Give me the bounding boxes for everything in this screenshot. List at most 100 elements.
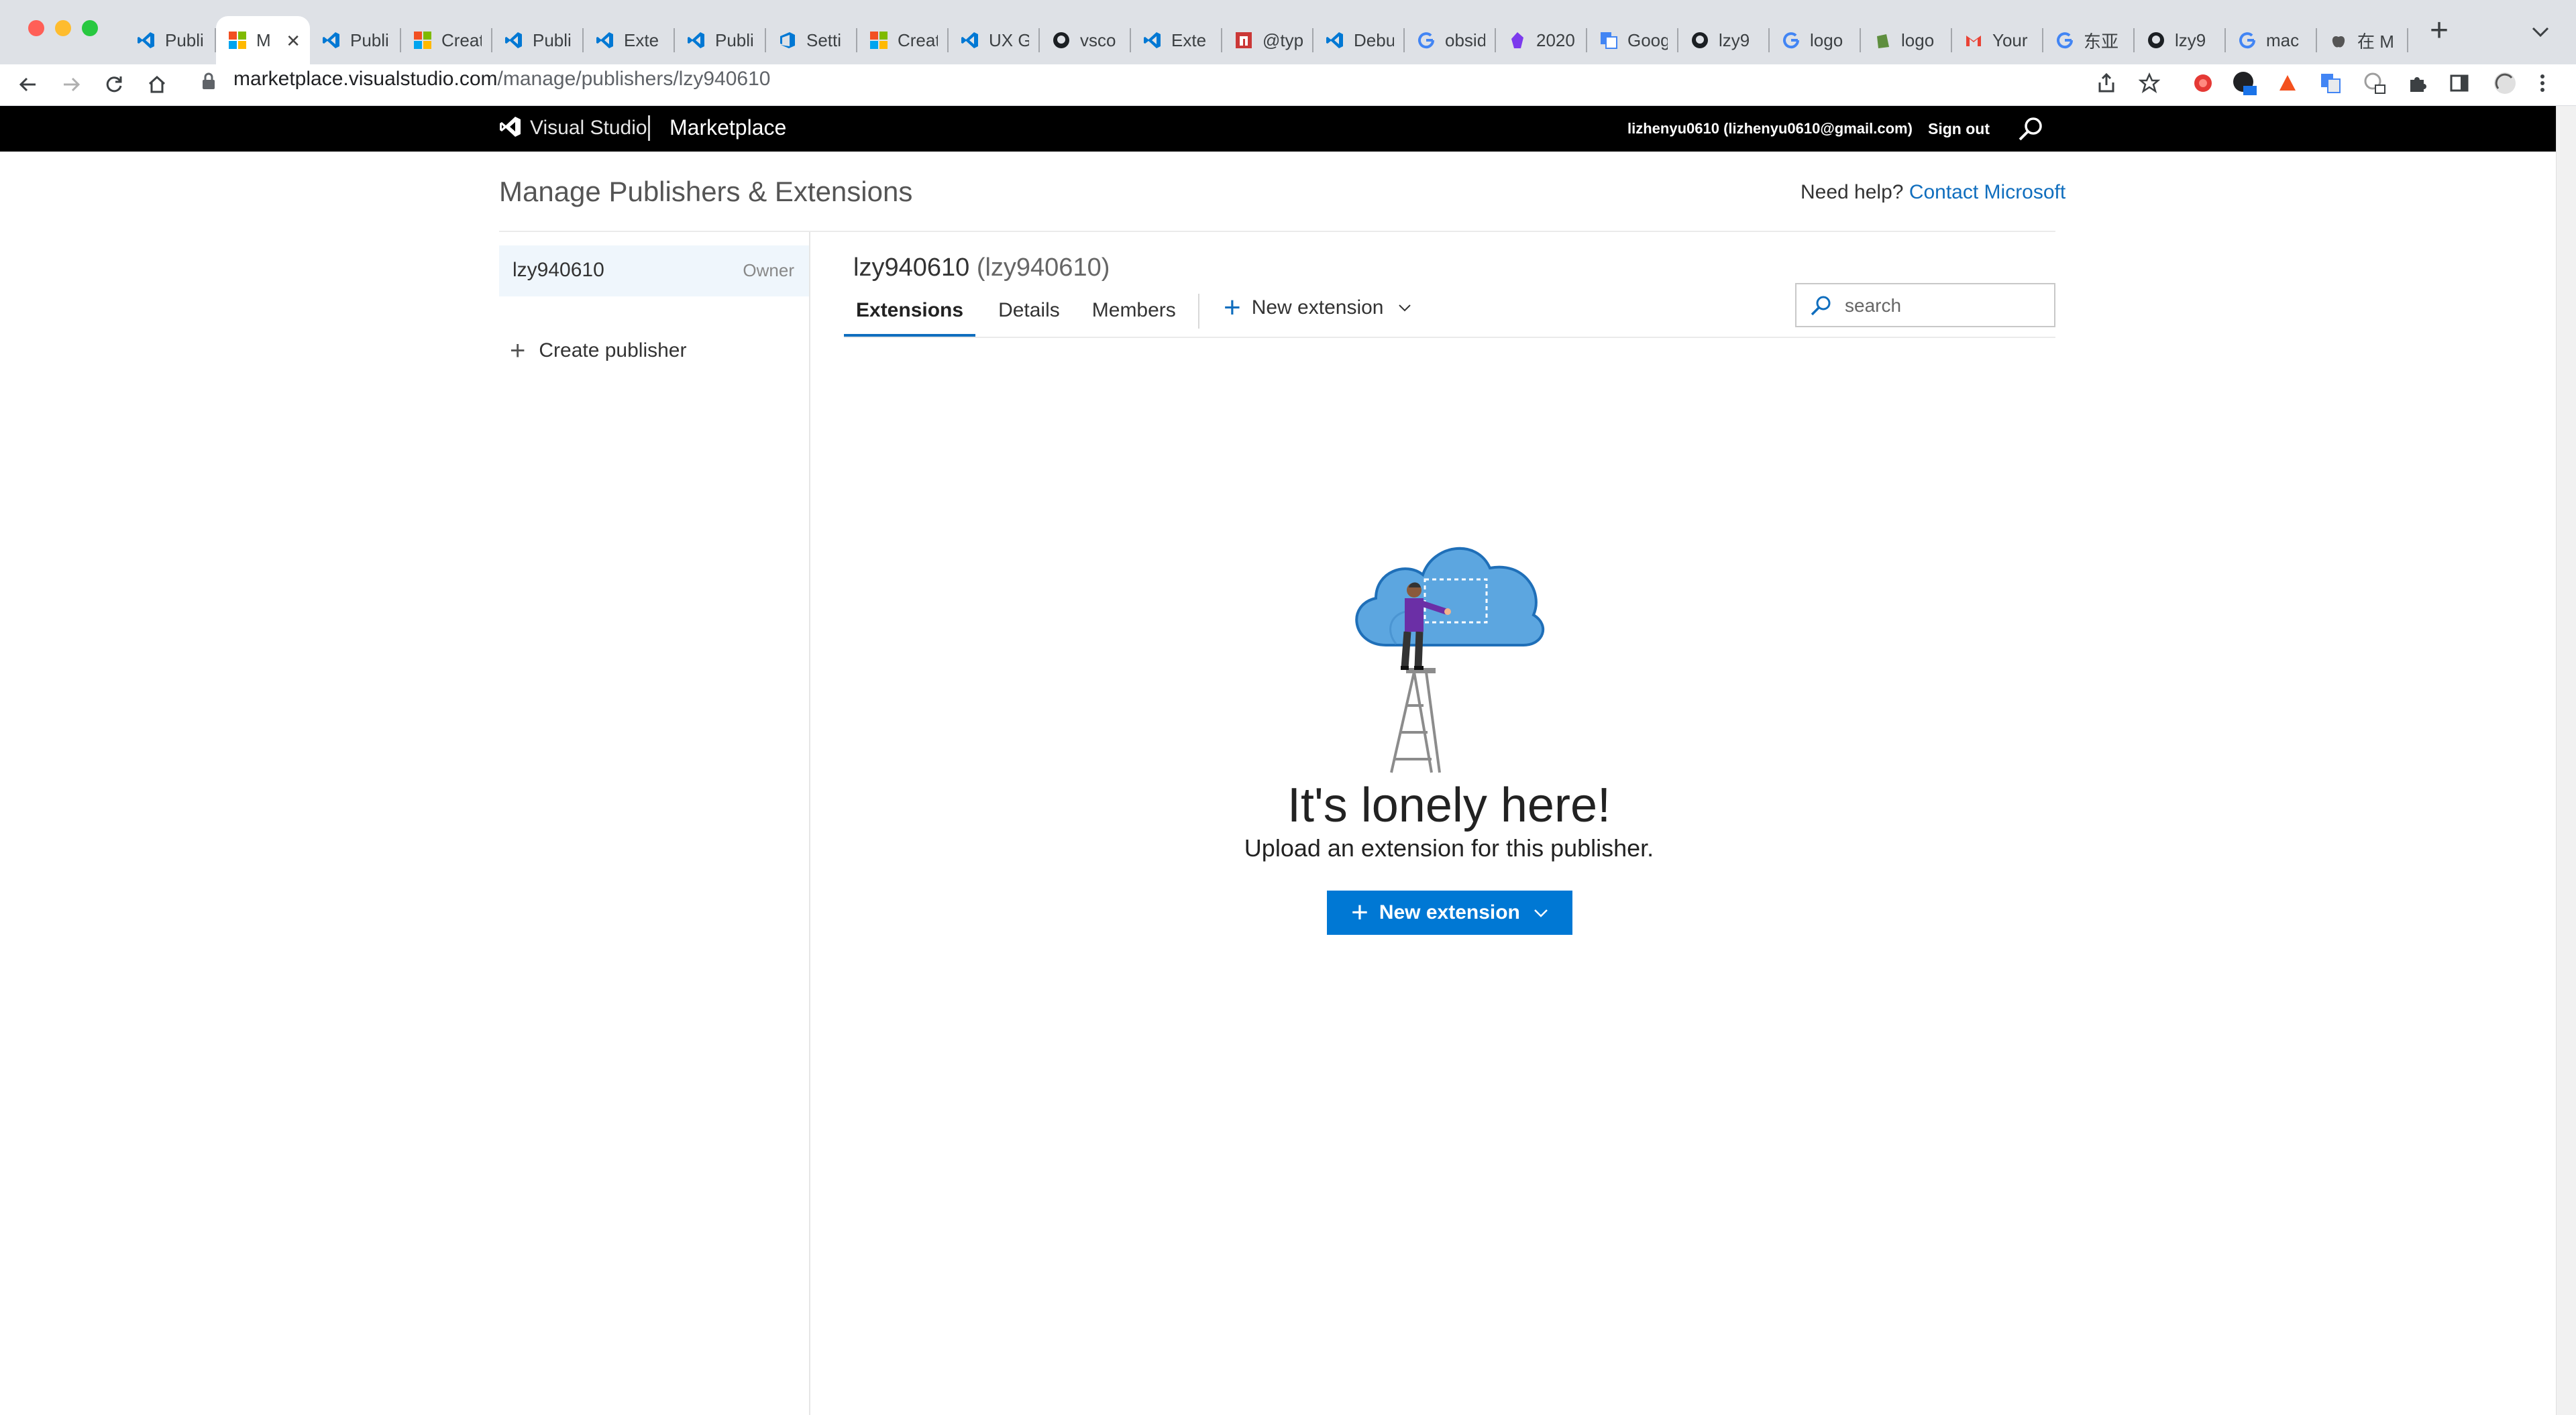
tab-members[interactable]: Members: [1080, 295, 1188, 337]
browser-tab[interactable]: Goog: [1587, 16, 1678, 64]
browser-tab-title: Setti: [806, 30, 842, 50]
profile-avatar[interactable]: [2491, 70, 2518, 97]
side-panel-button[interactable]: [2446, 70, 2473, 97]
azure-devops-icon: [777, 30, 798, 51]
browser-tab[interactable]: 在 M: [2317, 16, 2408, 64]
microsoft-icon: [868, 30, 890, 51]
tabs-separator: [1198, 294, 1199, 329]
browser-tab[interactable]: Debu: [1313, 16, 1405, 64]
browser-tab-title: Creat: [898, 30, 938, 50]
vscode-icon: [503, 30, 525, 51]
github-icon: [2145, 30, 2167, 51]
maximize-window-button[interactable]: [82, 20, 98, 36]
browser-tab[interactable]: UX G: [949, 16, 1040, 64]
minimize-window-button[interactable]: [55, 20, 71, 36]
puzzle-icon: [2410, 77, 2426, 92]
extension-search-box: [1795, 283, 2055, 327]
tab-extensions[interactable]: Extensions: [844, 295, 976, 337]
arrow-right-icon: [64, 77, 80, 92]
chevron-down-icon: [1399, 304, 1411, 312]
apple-icon: [2328, 30, 2349, 51]
plus-icon: +: [1351, 896, 1368, 929]
search-input[interactable]: [1845, 292, 2046, 319]
new-extension-button[interactable]: + New extension: [1327, 891, 1572, 935]
browser-tab[interactable]: lzy9: [1678, 16, 1770, 64]
browser-tab-title: Exte: [624, 30, 659, 50]
new-tab-button[interactable]: +: [2430, 12, 2449, 49]
close-window-button[interactable]: [28, 20, 44, 36]
browser-tab[interactable]: 2020: [1496, 16, 1587, 64]
back-button[interactable]: [15, 71, 42, 98]
marketplace-link[interactable]: Marketplace: [669, 115, 786, 140]
npm-icon: [1233, 30, 1254, 51]
translate-extension-button[interactable]: [2317, 70, 2344, 97]
sign-out-link[interactable]: Sign out: [1928, 120, 1990, 138]
browser-tab[interactable]: Creat: [857, 16, 949, 64]
reload-button[interactable]: [101, 71, 127, 98]
browser-tab[interactable]: vsco: [1040, 16, 1131, 64]
browser-tab[interactable]: Publi: [310, 16, 401, 64]
browser-tab[interactable]: Your: [1952, 16, 2043, 64]
browser-tab[interactable]: Publi: [125, 16, 216, 64]
browser-tab-title: Publi: [350, 30, 389, 50]
github-icon: [1051, 30, 1072, 51]
gmail-icon: [1963, 30, 1984, 51]
browser-tab[interactable]: Creat: [401, 16, 492, 64]
browser-tab[interactable]: Setti: [766, 16, 857, 64]
forward-button[interactable]: [58, 71, 85, 98]
create-publisher-button[interactable]: + Create publisher: [510, 337, 686, 364]
browser-tab[interactable]: Publi: [675, 16, 766, 64]
marketplace-header: Visual Studio Marketplace lizhenyu0610 (…: [0, 106, 2556, 152]
visual-studio-brand[interactable]: Visual Studio: [530, 117, 647, 139]
home-button[interactable]: [144, 71, 170, 98]
browser-tab[interactable]: lzy9: [2135, 16, 2226, 64]
page-scrollbar[interactable]: [2556, 106, 2576, 1415]
share-button[interactable]: [2093, 70, 2120, 97]
extension-orange-button[interactable]: [2274, 70, 2301, 97]
visual-studio-logo-icon[interactable]: [499, 115, 522, 138]
side-panel-icon: [2450, 74, 2469, 92]
tab-search-chevron-icon[interactable]: [2532, 20, 2549, 43]
browser-menu-button[interactable]: [2529, 70, 2556, 97]
extensions-button[interactable]: [2404, 70, 2431, 97]
browser-tab[interactable]: mac: [2226, 16, 2317, 64]
browser-tab[interactable]: @typ: [1222, 16, 1313, 64]
github-icon: [1689, 30, 1711, 51]
browser-tab[interactable]: Exte: [1131, 16, 1222, 64]
publisher-heading: lzy940610 (lzy940610): [853, 253, 1110, 282]
browser-tab[interactable]: 东亚: [2043, 16, 2135, 64]
browser-tab-title: lzy9: [2175, 30, 2206, 50]
browser-tab[interactable]: obsid: [1405, 16, 1496, 64]
bookmark-button[interactable]: [2136, 70, 2163, 97]
new-extension-menu[interactable]: + New extension: [1224, 293, 1411, 323]
url-domain: marketplace.visualstudio.com: [233, 68, 498, 90]
vscode-icon: [959, 30, 981, 51]
browser-tab[interactable]: Exte: [584, 16, 675, 64]
address-bar[interactable]: marketplace.visualstudio.com/manage/publ…: [233, 67, 770, 91]
browser-tab[interactable]: logo: [1861, 16, 1952, 64]
extension-red-button[interactable]: [2190, 70, 2216, 97]
vscode-icon: [594, 30, 616, 51]
publisher-name: lzy940610: [513, 259, 604, 281]
browser-tab[interactable]: M ✕: [216, 16, 310, 64]
browser-tab-strip: Publi M ✕ Publi Creat Publi Exte Publi Setti Crea…: [0, 0, 2576, 64]
tab-details[interactable]: Details: [986, 295, 1072, 337]
extension-dark-button[interactable]: [2231, 70, 2258, 97]
microsoft-icon: [412, 30, 433, 51]
publisher-list-item[interactable]: lzy940610 Owner: [499, 245, 809, 296]
browser-tab-title: Publi: [165, 30, 204, 50]
extension-globe-button[interactable]: [2361, 70, 2388, 97]
globe-icon: [2364, 72, 2385, 94]
browser-tab-title: Your: [1992, 30, 2028, 50]
browser-tab[interactable]: logo: [1770, 16, 1861, 64]
browser-tab-title: obsid: [1445, 30, 1485, 50]
browser-tab-title: UX G: [989, 30, 1029, 50]
contact-microsoft-link[interactable]: Contact Microsoft: [1909, 181, 2065, 203]
empty-state-title: It's lonely here!: [1287, 779, 1611, 832]
google-icon: [2054, 30, 2076, 51]
browser-tab[interactable]: Publi: [492, 16, 584, 64]
header-search-icon[interactable]: [2017, 115, 2045, 144]
account-name[interactable]: lizhenyu0610 (lizhenyu0610@gmail.com): [1627, 120, 1913, 137]
publisher-id: (lzy940610): [976, 253, 1110, 282]
close-tab-icon[interactable]: ✕: [286, 31, 301, 52]
